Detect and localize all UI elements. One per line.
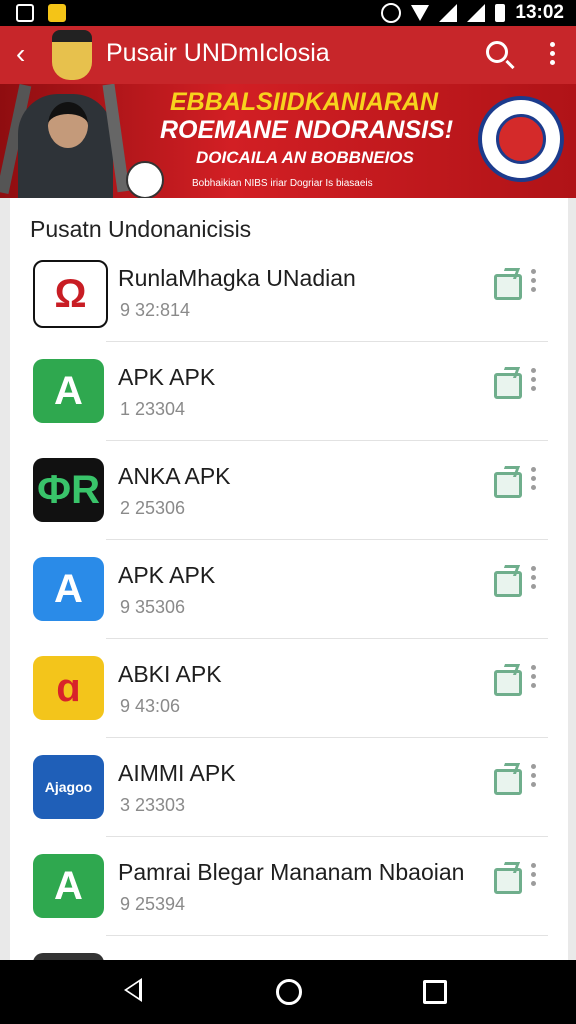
navigation-bar (0, 960, 576, 1024)
app-icon-glyph: A (54, 864, 83, 908)
install-icon[interactable] (494, 868, 522, 894)
install-icon[interactable] (494, 571, 522, 597)
clock: 13:02 (515, 2, 564, 23)
divider (106, 737, 548, 738)
app-icon: Ajagoo (33, 755, 104, 819)
app-size: 2 25306 (120, 498, 186, 518)
app-size: 9 35306 (120, 597, 186, 617)
nav-home-icon[interactable] (276, 979, 302, 1005)
app-name: ABKI APK (118, 661, 222, 687)
app-avatar (52, 30, 92, 80)
list-title: Pusatn Undonanicisis (30, 216, 252, 242)
divider (106, 638, 548, 639)
app-name: Pamrai Blegar Mananam Nbaoian (118, 859, 465, 885)
app-icon-glyph: A (54, 369, 83, 413)
gallery-notification-icon (16, 4, 34, 22)
app-name: AIMMI APK (118, 760, 236, 786)
back-arrow-icon[interactable]: ‹ (16, 38, 25, 70)
list-item[interactable]: ФR ANKA APK 2 25306 (10, 442, 568, 540)
app-bar: ‹ Pusair UNDmIclosia (0, 26, 576, 84)
install-icon[interactable] (494, 274, 522, 300)
app-size: 9 32:814 (120, 300, 191, 320)
app-size: 9 43:06 (120, 696, 181, 716)
list-item[interactable]: A APK APK 9 35306 (10, 541, 568, 639)
overflow-menu-icon[interactable] (550, 42, 556, 69)
divider (106, 935, 548, 936)
app-list-card: Pusatn Undonanicisis Ω RunlaMhagka UNadia… (10, 198, 568, 968)
app-notification-icon (48, 4, 66, 22)
app-name: APK APK (118, 562, 216, 588)
app-icon-glyph: ФR (36, 468, 101, 512)
item-more-icon[interactable] (531, 566, 537, 593)
banner-subheadline: DOICAILA AN BOBBNEIOS (196, 148, 414, 167)
app-icon-glyph: Ajagoo (44, 779, 93, 795)
emblem-seal-icon (478, 96, 564, 182)
list-item[interactable]: A Pamrai Blegar Mananam Nbaoian 9 25394 (10, 838, 568, 936)
app-size: 9 25394 (120, 894, 186, 914)
app-icon-glyph: Ω (54, 272, 87, 316)
wifi-icon (411, 5, 430, 21)
app-size: 3 23303 (120, 795, 186, 815)
promo-banner[interactable]: EBBALSIIDKANIARAN ROEMANE NDORANSIS! DOI… (0, 84, 576, 198)
divider (106, 836, 548, 837)
app-icon: A (33, 854, 104, 918)
app-icon: A (33, 557, 104, 621)
list-item[interactable]: A APK APK 1 23304 (10, 343, 568, 441)
install-icon[interactable] (494, 769, 522, 795)
item-more-icon[interactable] (531, 269, 537, 296)
item-more-icon[interactable] (531, 665, 537, 692)
battery-icon (495, 4, 506, 22)
app-name: APK APK (118, 364, 216, 390)
item-more-icon[interactable] (531, 764, 537, 791)
app-name: ANKA APK (118, 463, 231, 489)
search-icon[interactable] (486, 41, 508, 63)
app-icon: ФR (33, 458, 104, 522)
banner-headline-1: EBBALSIIDKANIARAN (170, 88, 439, 116)
alarm-icon (381, 3, 402, 23)
list-item[interactable]: ɑ ABKI APK 9 43:06 (10, 640, 568, 738)
app-icon: Ω (33, 260, 108, 328)
nav-back-icon[interactable] (124, 978, 142, 1002)
divider (106, 539, 548, 540)
status-bar: 13:02 (0, 0, 576, 26)
item-more-icon[interactable] (531, 863, 537, 890)
install-icon[interactable] (494, 373, 522, 399)
signal-icon-2 (467, 4, 486, 22)
banner-caption: Bobhaikian NIBS iriar Dogriar Is biasaei… (192, 178, 373, 189)
app-icon-glyph: A (54, 567, 83, 611)
divider (106, 341, 548, 342)
round-badge-icon (126, 161, 164, 198)
divider (106, 440, 548, 441)
app-size: 1 23304 (120, 399, 186, 419)
app-name: RunlaMhagka UNadian (118, 265, 356, 291)
signal-icon (439, 4, 458, 22)
list-item[interactable]: Ajagoo AIMMI APK 3 23303 (10, 739, 568, 837)
list-item[interactable]: Ω RunlaMhagka UNadian 9 32:814 (10, 244, 568, 342)
install-icon[interactable] (494, 670, 522, 696)
banner-headline-2: ROEMANE NDORANSIS! (160, 116, 454, 144)
app-icon: ɑ (33, 656, 104, 720)
app-icon-glyph: ɑ (56, 666, 81, 710)
item-more-icon[interactable] (531, 368, 537, 395)
install-icon[interactable] (494, 472, 522, 498)
person-graphic (18, 94, 113, 198)
nav-recents-icon[interactable] (423, 980, 447, 1004)
app-icon: A (33, 359, 104, 423)
item-more-icon[interactable] (531, 467, 537, 494)
app-title: Pusair UNDmIclosia (106, 39, 330, 67)
